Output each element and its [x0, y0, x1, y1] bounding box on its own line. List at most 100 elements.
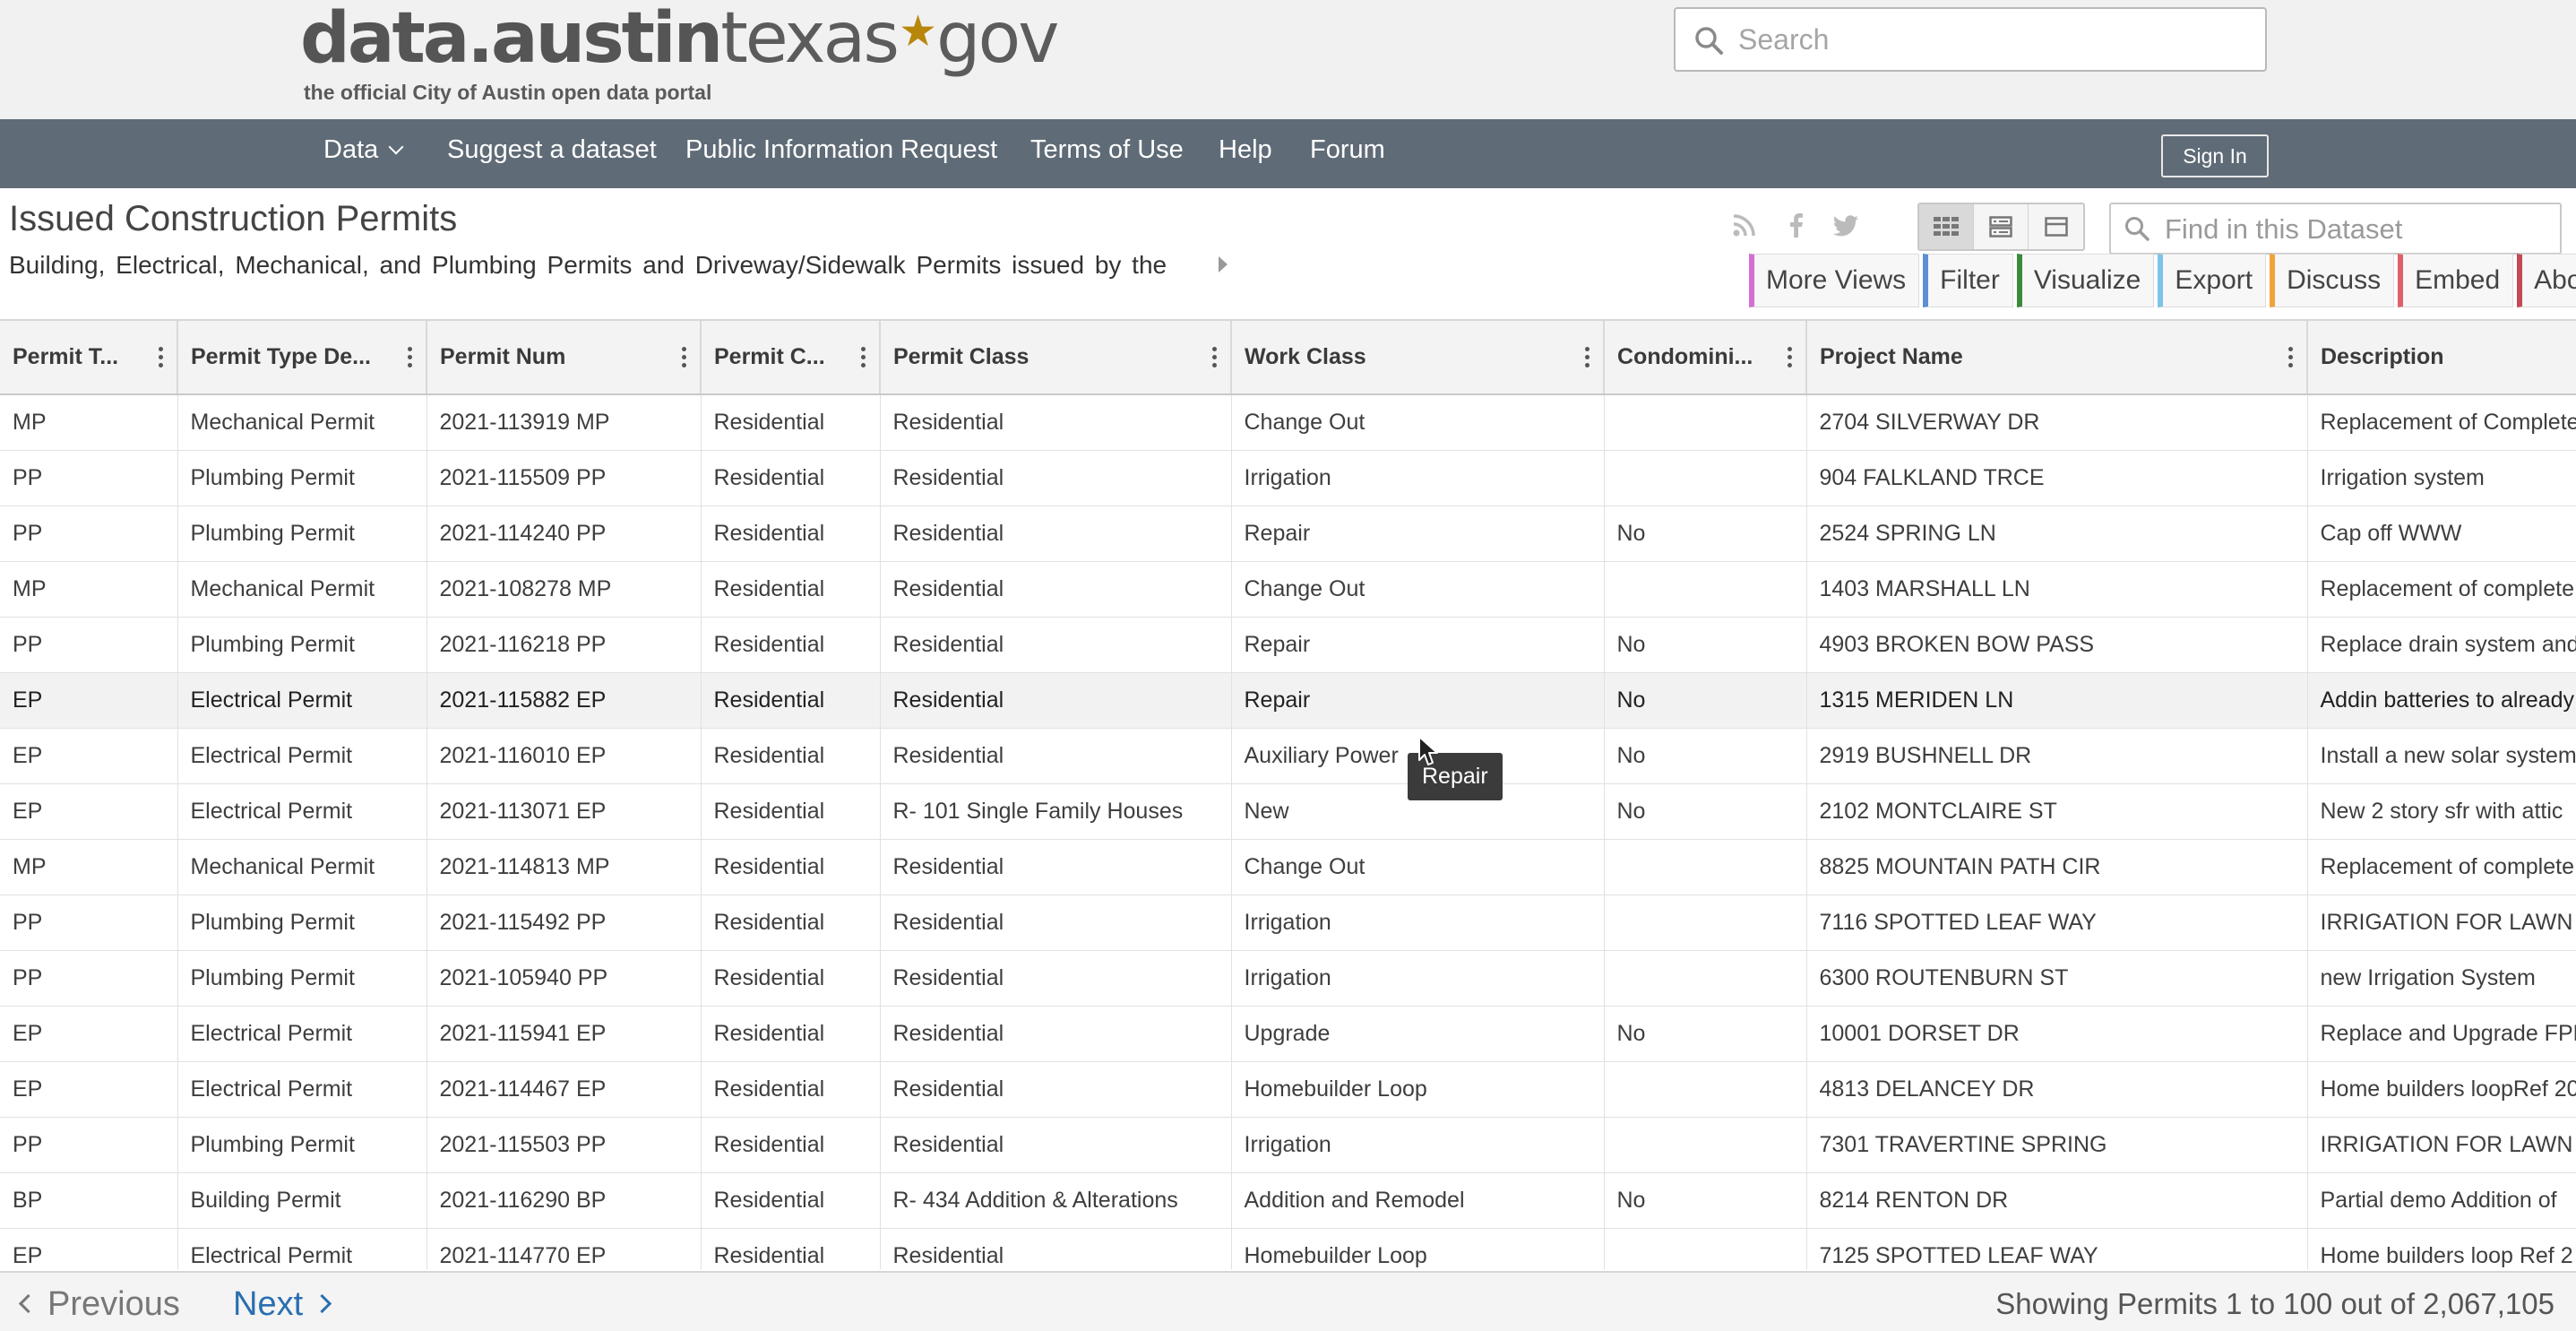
table-row[interactable]: EP Electrical Permit 2021-114467 EP Residen… — [0, 1061, 2576, 1118]
nav-item-help[interactable]: Help — [1219, 135, 1272, 165]
table-cell[interactable]: 2021-114770 EP — [426, 1228, 702, 1269]
table-cell[interactable]: Irrigation — [1231, 950, 1605, 1007]
table-cell[interactable]: Mechanical Permit — [177, 394, 427, 451]
table-cell[interactable]: R- 101 Single Family Houses — [880, 783, 1232, 840]
table-cell[interactable]: Addition and Remodel — [1231, 1172, 1605, 1229]
facebook-icon[interactable] — [1781, 212, 1812, 242]
table-cell[interactable]: Homebuilder Loop — [1231, 1228, 1605, 1269]
column-header[interactable]: Project Name — [1806, 321, 2308, 395]
table-cell[interactable]: MP — [0, 394, 178, 451]
table-cell[interactable]: Electrical Permit — [177, 672, 427, 729]
table-cell[interactable]: EP — [0, 783, 178, 840]
table-cell[interactable]: No — [1604, 617, 1807, 673]
table-row[interactable]: PP Plumbing Permit 2021-115492 PP Residenti… — [0, 895, 2576, 951]
table-cell[interactable]: Electrical Permit — [177, 1228, 427, 1269]
table-cell[interactable]: Cap off WWW — [2307, 506, 2576, 562]
table-cell[interactable]: No — [1604, 1172, 1807, 1229]
table-row[interactable]: PP Plumbing Permit 2021-105940 PP Residenti… — [0, 950, 2576, 1007]
column-header[interactable]: Description — [2307, 321, 2576, 395]
column-header[interactable]: Permit Type De... — [177, 321, 427, 395]
table-cell[interactable]: No — [1604, 728, 1807, 784]
site-logo[interactable]: data.austintexas★gov the official City o… — [300, 4, 1059, 105]
table-cell[interactable]: 2021-114467 EP — [426, 1061, 702, 1118]
table-cell[interactable]: 2021-116010 EP — [426, 728, 702, 784]
table-cell[interactable]: Residential — [701, 1117, 881, 1173]
table-row[interactable]: EP Electrical Permit 2021-116010 EP Residen… — [0, 728, 2576, 784]
table-cell[interactable]: Replacement of complete — [2307, 839, 2576, 895]
table-cell[interactable]: EP — [0, 728, 178, 784]
nav-item-public-information-request[interactable]: Public Information Request — [685, 135, 997, 165]
column-header[interactable]: Work Class — [1231, 321, 1605, 395]
table-cell[interactable]: Residential — [880, 672, 1232, 729]
table-cell[interactable]: MP — [0, 561, 178, 618]
table-cell[interactable]: new Irrigation System — [2307, 950, 2576, 1007]
table-cell[interactable]: Mechanical Permit — [177, 839, 427, 895]
table-cell[interactable]: Electrical Permit — [177, 728, 427, 784]
table-cell[interactable]: Electrical Permit — [177, 1061, 427, 1118]
table-cell[interactable]: Irrigation system — [2307, 450, 2576, 506]
table-cell[interactable]: Change Out — [1231, 839, 1605, 895]
table-cell[interactable]: 7301 TRAVERTINE SPRING — [1806, 1117, 2308, 1173]
table-cell[interactable]: Irrigation — [1231, 1117, 1605, 1173]
table-cell[interactable]: New 2 story sfr with attic — [2307, 783, 2576, 840]
table-cell[interactable]: 6300 ROUTENBURN ST — [1806, 950, 2308, 1007]
table-cell[interactable]: Plumbing Permit — [177, 450, 427, 506]
twitter-icon[interactable] — [1831, 212, 1861, 242]
table-cell[interactable]: 10001 DORSET DR — [1806, 1006, 2308, 1062]
table-cell[interactable]: 8825 MOUNTAIN PATH CIR — [1806, 839, 2308, 895]
table-cell[interactable]: Plumbing Permit — [177, 617, 427, 673]
table-cell[interactable]: PP — [0, 1117, 178, 1173]
table-row[interactable]: BP Building Permit 2021-116290 BP Residenti… — [0, 1172, 2576, 1229]
table-cell[interactable]: Mechanical Permit — [177, 561, 427, 618]
table-cell[interactable]: Residential — [701, 950, 881, 1007]
table-cell[interactable]: Install a new solar system — [2307, 728, 2576, 784]
table-cell[interactable]: Residential — [701, 1061, 881, 1118]
table-cell[interactable]: Residential — [880, 950, 1232, 1007]
table-cell[interactable]: Electrical Permit — [177, 1006, 427, 1062]
table-cell[interactable]: 2021-115941 EP — [426, 1006, 702, 1062]
table-cell[interactable]: Plumbing Permit — [177, 895, 427, 951]
site-search-box[interactable] — [1674, 7, 2267, 72]
table-cell[interactable]: Replacement of complete — [2307, 561, 2576, 618]
table-cell[interactable]: BP — [0, 1172, 178, 1229]
table-cell[interactable]: PP — [0, 617, 178, 673]
table-cell[interactable]: Upgrade — [1231, 1006, 1605, 1062]
table-row[interactable]: PP Plumbing Permit 2021-114240 PP Residenti… — [0, 506, 2576, 562]
site-search-input[interactable] — [1738, 18, 2249, 61]
table-cell[interactable]: Residential — [880, 839, 1232, 895]
table-cell[interactable]: 2021-115509 PP — [426, 450, 702, 506]
table-cell[interactable]: 4903 BROKEN BOW PASS — [1806, 617, 2308, 673]
table-cell[interactable]: 8214 RENTON DR — [1806, 1172, 2308, 1229]
table-cell[interactable]: 2021-108278 MP — [426, 561, 702, 618]
table-cell[interactable]: Repair — [1231, 506, 1605, 562]
table-cell[interactable]: 2021-115882 EP — [426, 672, 702, 729]
table-cell[interactable] — [1604, 895, 1807, 951]
table-cell[interactable]: Residential — [880, 1006, 1232, 1062]
table-cell[interactable]: R- 434 Addition & Alterations — [880, 1172, 1232, 1229]
table-row[interactable]: MP Mechanical Permit 2021-114813 MP Residen… — [0, 839, 2576, 895]
table-cell[interactable]: EP — [0, 672, 178, 729]
dataset-find-box[interactable] — [2109, 203, 2562, 255]
table-cell[interactable]: PP — [0, 895, 178, 951]
table-cell[interactable] — [1604, 561, 1807, 618]
table-cell[interactable]: Replace drain system and — [2307, 617, 2576, 673]
table-cell[interactable]: Residential — [880, 394, 1232, 451]
table-cell[interactable]: Replacement of Complete — [2307, 394, 2576, 451]
table-cell[interactable]: 7125 SPOTTED LEAF WAY — [1806, 1228, 2308, 1269]
table-cell[interactable]: MP — [0, 839, 178, 895]
column-header[interactable]: Permit Class — [880, 321, 1232, 395]
next-page-button[interactable]: Next — [233, 1285, 332, 1324]
table-row[interactable]: PP Plumbing Permit 2021-115509 PP Residenti… — [0, 450, 2576, 506]
table-cell[interactable]: Residential — [701, 506, 881, 562]
previous-page-button[interactable]: Previous — [18, 1285, 180, 1324]
table-cell[interactable]: 1403 MARSHALL LN — [1806, 561, 2308, 618]
nav-item-data[interactable]: Data — [323, 135, 404, 165]
sign-in-button[interactable]: Sign In — [2161, 134, 2269, 177]
table-cell[interactable]: 1315 MERIDEN LN — [1806, 672, 2308, 729]
table-cell[interactable]: Irrigation — [1231, 895, 1605, 951]
table-cell[interactable]: 2919 BUSHNELL DR — [1806, 728, 2308, 784]
table-cell[interactable]: No — [1604, 672, 1807, 729]
table-cell[interactable]: Change Out — [1231, 561, 1605, 618]
table-cell[interactable]: Residential — [701, 450, 881, 506]
table-cell[interactable]: 2021-113071 EP — [426, 783, 702, 840]
